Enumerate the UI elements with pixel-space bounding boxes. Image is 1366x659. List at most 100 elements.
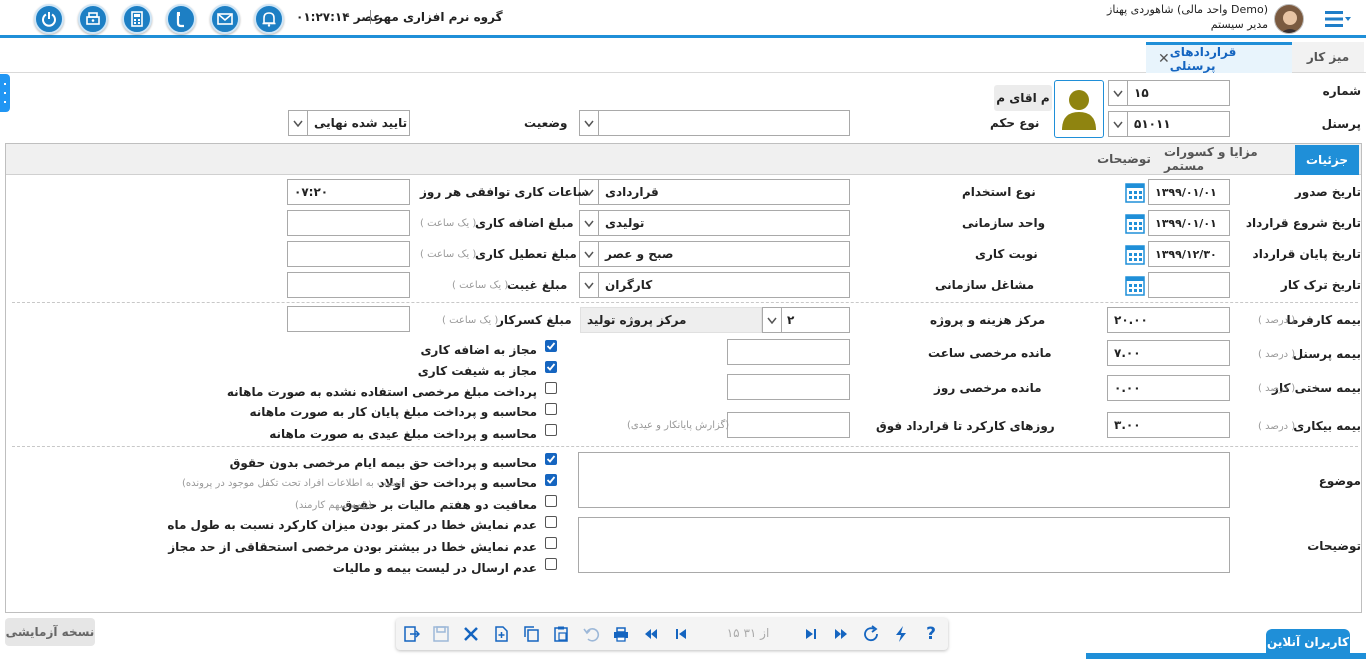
delete-icon[interactable] [460,623,482,645]
checkbox[interactable] [545,403,557,415]
trial-badge: نسخه آزمایشی [5,618,95,646]
lightning-icon[interactable] [890,623,912,645]
checkbox[interactable] [545,558,557,570]
unemployment-insurance-field[interactable]: ۳.۰۰ [1107,412,1230,438]
checkbox[interactable] [545,361,557,373]
calendar-icon[interactable] [1125,212,1145,234]
checkbox[interactable] [545,474,557,486]
side-panel-handle[interactable] [0,74,10,112]
mail-icon[interactable] [210,4,240,34]
number-dropdown[interactable] [1108,80,1128,106]
hard-work-insurance-field[interactable]: ۰.۰۰ [1107,375,1230,401]
work-hours-label: ساعات کاری توافقی هر روز [420,185,590,199]
export-icon[interactable] [400,623,422,645]
checkbox[interactable] [545,453,557,465]
employment-type-label: نوع استخدام [962,185,1036,199]
copy-icon[interactable] [520,623,542,645]
tab-notes[interactable]: توضیحات [1086,145,1162,173]
checkbox[interactable] [545,495,557,507]
leave-days-label: مانده مرخصی روز [934,381,1042,395]
first-record-icon[interactable] [640,623,662,645]
close-icon[interactable]: ✕ [1158,51,1170,67]
org-unit-field[interactable]: تولیدی [598,210,850,236]
holiday-work-field[interactable] [287,241,410,267]
print-icon[interactable] [610,623,632,645]
start-date-field[interactable]: ۱۳۹۹/۰۱/۰۱ [1148,210,1230,236]
phone-icon[interactable] [166,4,196,34]
checkbox-label: عدم ارسال در لیست بیمه و مالیات [332,561,537,575]
avatar[interactable] [1274,4,1304,34]
person-photo[interactable] [1054,80,1104,138]
menu-icon[interactable] [1325,10,1351,28]
checkbox[interactable] [545,424,557,436]
personnel-dropdown[interactable] [1108,111,1128,137]
checkbox-label: محاسبه و پرداخت مبلغ عیدی به صورت ماهانه [269,427,537,441]
checkbox-label: محاسبه و پرداخت مبلغ پایان کار به صورت م… [249,405,537,419]
tab-details[interactable]: جزئیات [1295,145,1359,175]
leave-days-field[interactable] [727,374,850,400]
personnel-field[interactable]: ۵۱۰۱۱ [1127,111,1230,137]
deduction-field[interactable] [287,306,410,332]
checkbox-label: مجاز به اضافه کاری [420,343,537,357]
save-icon[interactable] [430,623,452,645]
org-unit-dropdown[interactable] [579,210,599,236]
shift-field[interactable]: صبح و عصر [598,241,850,267]
decree-type-field[interactable] [598,110,850,136]
power-icon[interactable] [34,4,64,34]
checkbox-hint: (بیمه سهم کارمند) [295,500,373,511]
leave-hours-label: مانده مرخصی ساعت [928,346,1052,360]
printer-user-icon[interactable] [78,4,108,34]
refresh-icon[interactable] [860,623,882,645]
online-users-bar [1086,653,1366,659]
leave-date-field[interactable] [1148,272,1230,298]
last-record-icon[interactable] [830,623,852,645]
subject-textarea[interactable] [578,452,1230,508]
help-icon[interactable]: ? [920,623,942,645]
overtime-label: مبلغ اضافه کاری [475,216,574,230]
checkbox[interactable] [545,340,557,352]
paste-icon[interactable] [550,623,572,645]
status-field[interactable]: تایید شده نهایی [307,110,410,136]
tab-benefits[interactable]: مزایا و کسورات مستمر [1164,145,1292,173]
issue-date-field[interactable]: ۱۳۹۹/۰۱/۰۱ [1148,179,1230,205]
job-field[interactable]: کارگران [598,272,850,298]
checkbox[interactable] [545,537,557,549]
leave-hours-field[interactable] [727,339,850,365]
calendar-icon[interactable] [1125,274,1145,296]
cost-center-code[interactable]: ۲ [780,307,850,333]
absence-field[interactable] [287,272,410,298]
employment-type-field[interactable]: قراردادی [598,179,850,205]
work-days-field[interactable] [727,412,850,438]
calendar-icon[interactable] [1125,181,1145,203]
shift-dropdown[interactable] [579,241,599,267]
online-users-tab[interactable]: کاربران آنلاین [1266,629,1350,655]
deduction-label: مبلغ کسرکار [497,313,572,327]
checkbox[interactable] [545,382,557,394]
end-date-field[interactable]: ۱۳۹۹/۱۲/۳۰ [1148,241,1230,267]
next-record-icon[interactable] [800,623,822,645]
cost-center-dropdown[interactable] [762,307,782,333]
personnel-insurance-field[interactable]: ۷.۰۰ [1107,340,1230,366]
checkbox[interactable] [545,516,557,528]
job-dropdown[interactable] [579,272,599,298]
overtime-field[interactable] [287,210,410,236]
calculator-icon[interactable] [122,4,152,34]
tab-contracts[interactable]: ✕ قراردادهای پرسنلی [1146,42,1292,73]
description-textarea[interactable] [578,517,1230,573]
bell-icon[interactable] [254,4,284,34]
calendar-icon[interactable] [1125,243,1145,265]
absence-label: مبلغ غیبت [507,278,568,292]
work-hours-field[interactable]: ۰۷:۲۰ [287,179,410,205]
holiday-work-hint: ( یک ساعت ) [420,249,477,260]
employer-insurance-field[interactable]: ۲۰.۰۰ [1107,307,1230,333]
status-dropdown[interactable] [288,110,308,136]
new-record-icon[interactable] [490,623,512,645]
tab-desk[interactable]: میز کار [1292,42,1364,72]
previous-record-icon[interactable] [670,623,692,645]
undo-icon[interactable] [580,623,602,645]
tab-contracts-label: قراردادهای پرسنلی [1169,45,1237,73]
divider [12,302,1358,303]
person-name: م اقای م [994,85,1052,111]
decree-type-dropdown[interactable] [579,110,599,136]
number-field[interactable]: ۱۵ [1127,80,1230,106]
